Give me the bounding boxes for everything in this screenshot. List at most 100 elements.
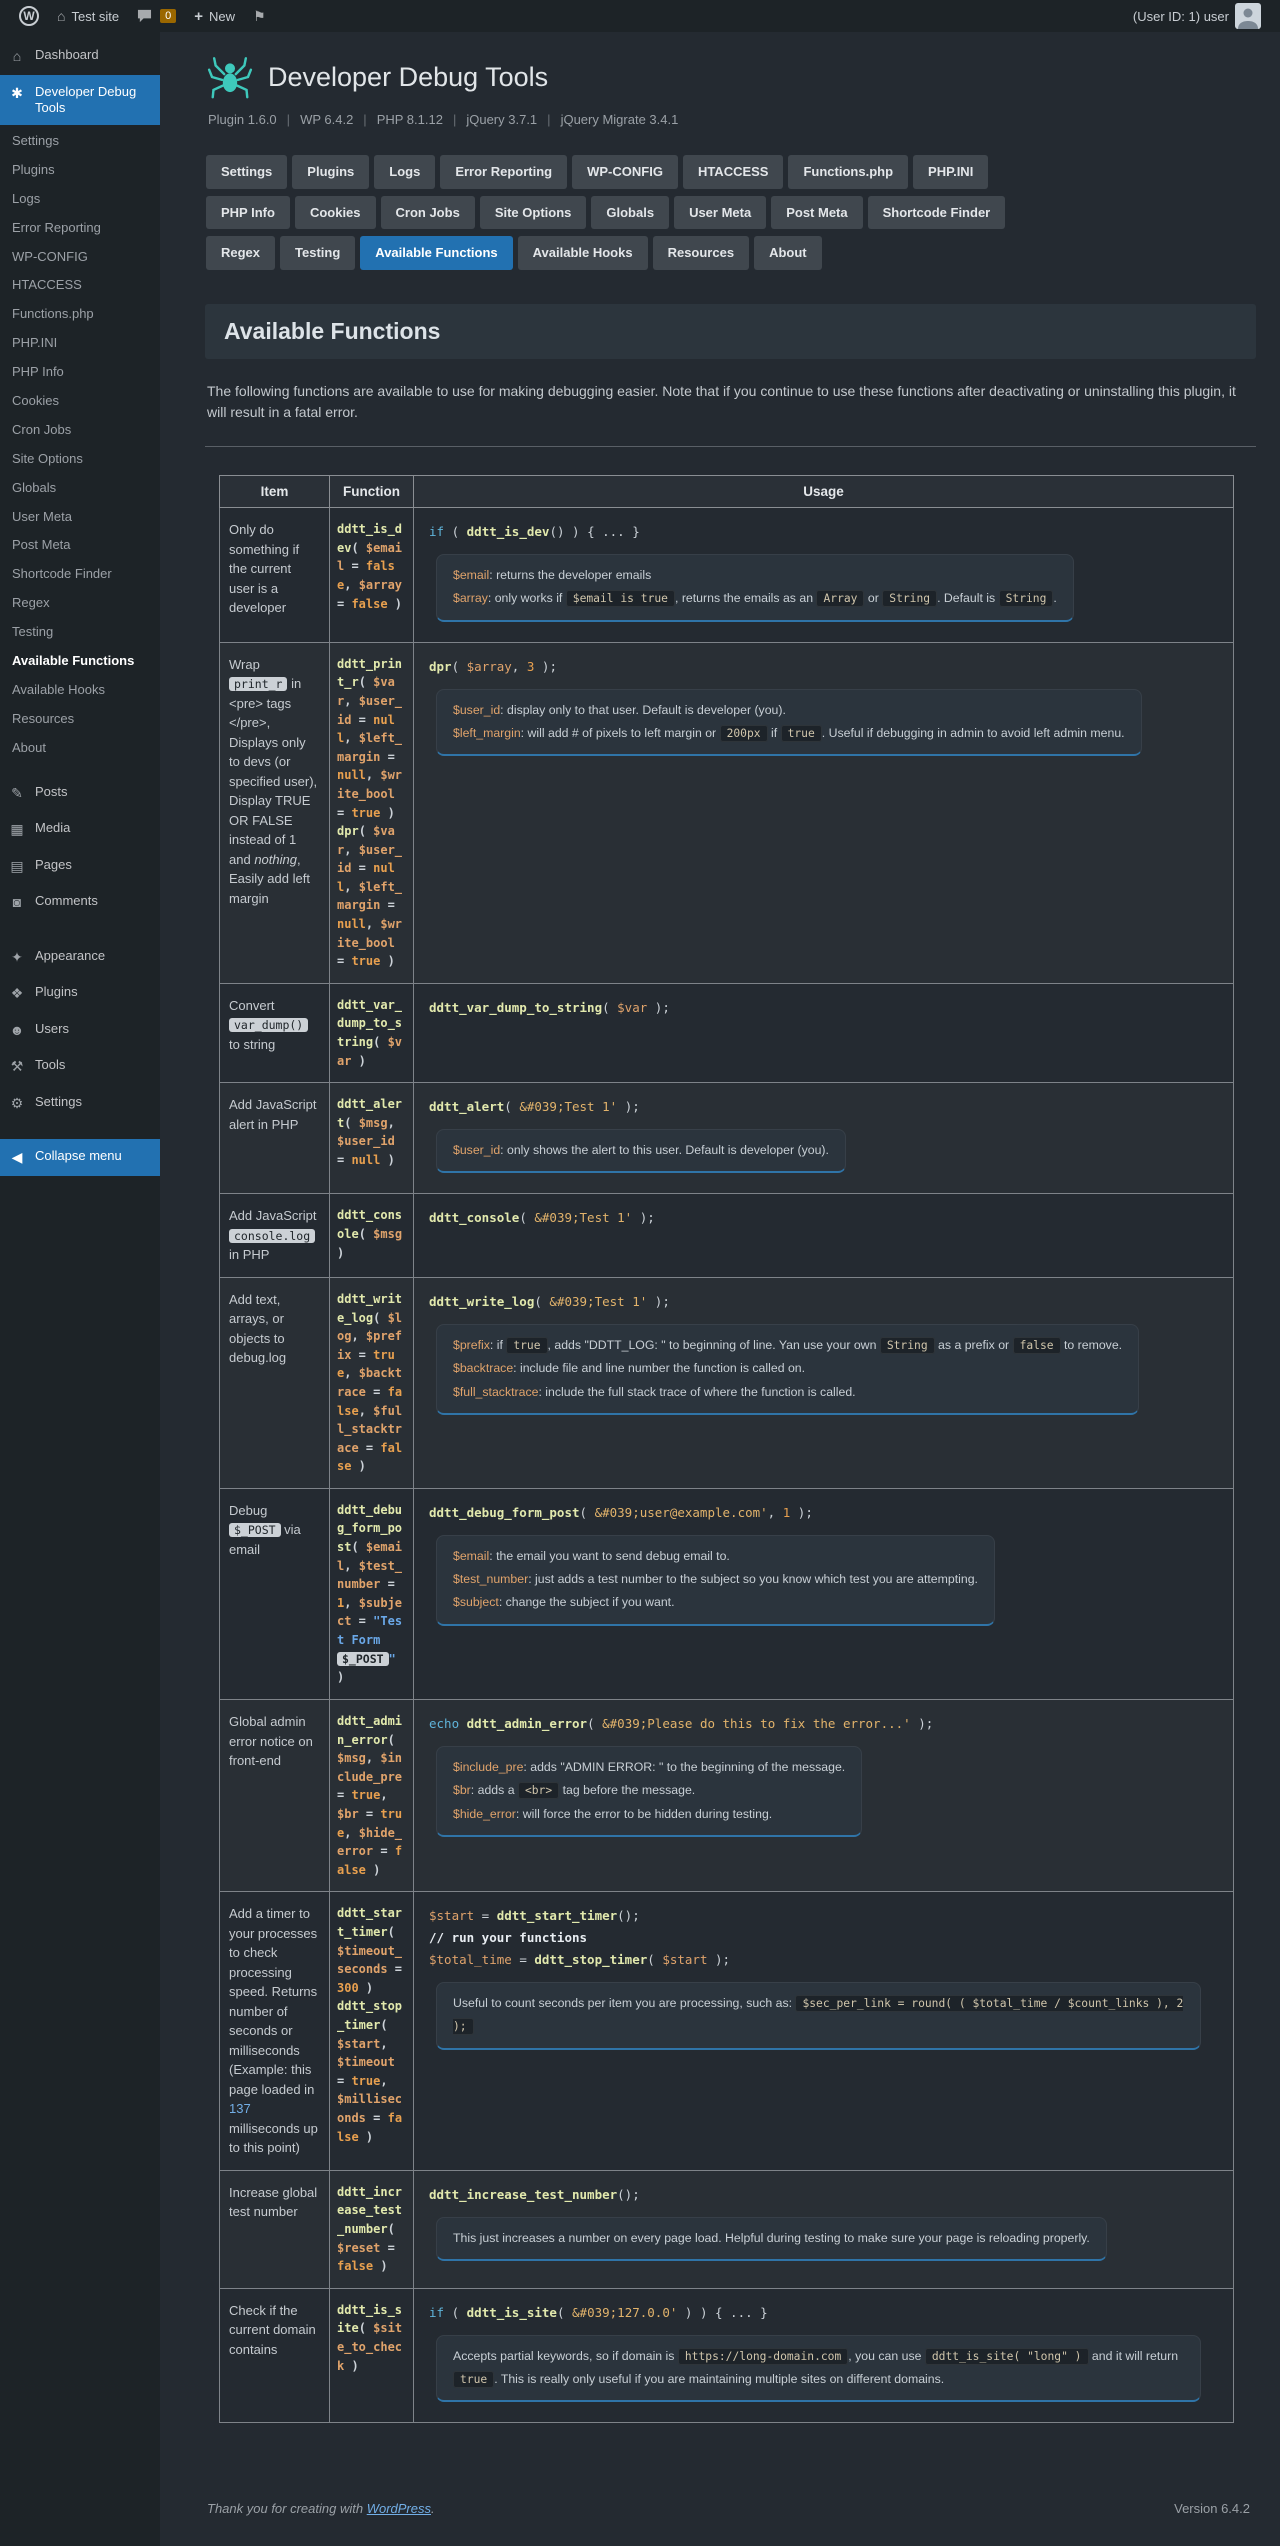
text-token: in PHP xyxy=(229,1247,269,1262)
tab-settings[interactable]: Settings xyxy=(206,155,287,189)
text-token: ); xyxy=(632,1210,655,1225)
usage-cell: dpr( $array, 3 );$user_id: display only … xyxy=(414,642,1234,983)
text-token: Increase global test number xyxy=(229,2185,317,2220)
sidebar-subitem-cookies[interactable]: Cookies xyxy=(0,387,160,416)
admin-sidebar: ⌂Dashboard✱Developer Debug ToolsSettings… xyxy=(0,32,160,2546)
sidebar-subitem-available-hooks[interactable]: Available Hooks xyxy=(0,676,160,705)
section-header: Available Functions xyxy=(205,304,1256,359)
my-account-menu[interactable]: (User ID: 1) user xyxy=(1124,0,1270,32)
tab-shortcode-finder[interactable]: Shortcode Finder xyxy=(868,196,1006,230)
tab-error-reporting[interactable]: Error Reporting xyxy=(440,155,567,189)
tab-htaccess[interactable]: HTACCESS xyxy=(683,155,784,189)
text-token: $reset xyxy=(337,2241,380,2255)
tab-available-functions[interactable]: Available Functions xyxy=(360,236,512,270)
tab-resources[interactable]: Resources xyxy=(653,236,749,270)
sidebar-subitem-post-meta[interactable]: Post Meta xyxy=(0,531,160,560)
sidebar-item-dashboard[interactable]: ⌂Dashboard xyxy=(0,38,160,75)
function-cell: ddtt_admin_error( $msg, $include_pre = t… xyxy=(330,1700,414,1892)
footer-version: Version 6.4.2 xyxy=(1174,2501,1250,2516)
sidebar-item-settings[interactable]: ⚙Settings xyxy=(0,1085,160,1122)
sidebar-item-collapse-menu[interactable]: ◀Collapse menu xyxy=(0,1139,160,1176)
wp-logo-menu[interactable]: W xyxy=(10,0,48,32)
settings-icon: ⚙ xyxy=(8,1095,26,1113)
sidebar-subitem-resources[interactable]: Resources xyxy=(0,705,160,734)
sidebar-subitem-php-ini[interactable]: PHP.INI xyxy=(0,329,160,358)
tab-available-hooks[interactable]: Available Hooks xyxy=(518,236,648,270)
sidebar-item-comments[interactable]: ◙Comments xyxy=(0,884,160,921)
sidebar-item-appearance[interactable]: ✦Appearance xyxy=(0,939,160,976)
tab-php-info[interactable]: PHP Info xyxy=(206,196,290,230)
inline-link[interactable]: 137 xyxy=(229,2101,251,2116)
sidebar-item-developer-debug-tools[interactable]: ✱Developer Debug Tools xyxy=(0,75,160,126)
tab-about[interactable]: About xyxy=(754,236,822,270)
tab-plugins[interactable]: Plugins xyxy=(292,155,369,189)
sidebar-subitem-shortcode-finder[interactable]: Shortcode Finder xyxy=(0,560,160,589)
ddtt-flag-menu[interactable]: ⚑ xyxy=(244,0,275,32)
sidebar-subitem-htaccess[interactable]: HTACCESS xyxy=(0,271,160,300)
sidebar-item-plugins[interactable]: ❖Plugins xyxy=(0,975,160,1012)
sidebar-item-pages[interactable]: ▤Pages xyxy=(0,848,160,885)
sidebar-item-media[interactable]: ▦Media xyxy=(0,811,160,848)
tab-logs[interactable]: Logs xyxy=(374,155,435,189)
tab-wp-config[interactable]: WP-CONFIG xyxy=(572,155,678,189)
sidebar-subitem-user-meta[interactable]: User Meta xyxy=(0,503,160,532)
sidebar-subitem-site-options[interactable]: Site Options xyxy=(0,445,160,474)
tab-regex[interactable]: Regex xyxy=(206,236,275,270)
sidebar-subitem-about[interactable]: About xyxy=(0,734,160,763)
new-content-menu[interactable]: + New xyxy=(185,0,244,32)
sidebar-subitem-globals[interactable]: Globals xyxy=(0,474,160,503)
text-token: ); xyxy=(911,1716,934,1731)
text-token: = xyxy=(337,1153,351,1167)
sidebar-subitem-cron-jobs[interactable]: Cron Jobs xyxy=(0,416,160,445)
text-token: Check if the current domain contains xyxy=(229,2303,316,2357)
text-token: Useful to count seconds per item you are… xyxy=(453,1996,795,2010)
usage-code: ddtt_debug_form_post( &#039;user@example… xyxy=(429,1502,1218,1524)
sidebar-subitem-functions-php[interactable]: Functions.php xyxy=(0,300,160,329)
sidebar-subitem-regex[interactable]: Regex xyxy=(0,589,160,618)
text-token: . This is really only useful if you are … xyxy=(494,2372,944,2386)
sidebar-subitem-plugins[interactable]: Plugins xyxy=(0,156,160,185)
tab-site-options[interactable]: Site Options xyxy=(480,196,587,230)
sidebar-item-posts[interactable]: ✎Posts xyxy=(0,775,160,812)
sidebar-subitem-logs[interactable]: Logs xyxy=(0,185,160,214)
text-token: Add a timer to your processes to check p… xyxy=(229,1906,317,2097)
text-token: ( xyxy=(602,1000,617,1015)
sidebar-item-tools[interactable]: ⚒Tools xyxy=(0,1048,160,1085)
tab-cookies[interactable]: Cookies xyxy=(295,196,376,230)
sidebar-subitem-settings[interactable]: Settings xyxy=(0,127,160,156)
sidebar-subitem-available-functions[interactable]: Available Functions xyxy=(0,647,160,676)
sidebar-subitem-testing[interactable]: Testing xyxy=(0,618,160,647)
sidebar-item-label: Users xyxy=(35,1021,69,1037)
text-token: $msg xyxy=(337,1751,366,1765)
text-token: ) xyxy=(380,1153,394,1167)
tab-post-meta[interactable]: Post Meta xyxy=(771,196,862,230)
wordpress-logo-icon: W xyxy=(19,6,39,26)
text-token xyxy=(459,1716,467,1731)
sidebar-subitem-wp-config[interactable]: WP-CONFIG xyxy=(0,243,160,272)
site-menu[interactable]: ⌂ Test site xyxy=(48,0,128,32)
pages-icon: ▤ xyxy=(8,858,26,876)
text-token: milliseconds up to this point) xyxy=(229,2121,318,2156)
functions-table-body: Only do something if the current user is… xyxy=(220,508,1234,2423)
comments-menu[interactable]: 0 xyxy=(128,0,185,32)
tab-php-ini[interactable]: PHP.INI xyxy=(913,155,988,189)
sidebar-subitem-error-reporting[interactable]: Error Reporting xyxy=(0,214,160,243)
tab-globals[interactable]: Globals xyxy=(591,196,669,230)
sidebar-subitem-php-info[interactable]: PHP Info xyxy=(0,358,160,387)
table-row: Only do something if the current user is… xyxy=(220,508,1234,643)
text-token: = xyxy=(337,2074,351,2088)
text-token: , xyxy=(344,843,358,857)
text-token: : include file and line number the funct… xyxy=(513,1361,805,1375)
text-token: echo xyxy=(429,1716,459,1731)
text-token: tag before the message. xyxy=(559,1783,695,1797)
tab-testing[interactable]: Testing xyxy=(280,236,355,270)
tab-functions-php[interactable]: Functions.php xyxy=(788,155,908,189)
sidebar-item-users[interactable]: ☻Users xyxy=(0,1012,160,1049)
tab-user-meta[interactable]: User Meta xyxy=(674,196,766,230)
tab-cron-jobs[interactable]: Cron Jobs xyxy=(381,196,475,230)
meta-separator: | xyxy=(287,112,290,127)
text-token: = xyxy=(512,1952,535,1967)
wordpress-link[interactable]: WordPress xyxy=(367,2501,431,2516)
text-token: ddtt_admin_error xyxy=(467,1716,587,1731)
usage-note: $user_id: only shows the alert to this u… xyxy=(436,1129,846,1173)
